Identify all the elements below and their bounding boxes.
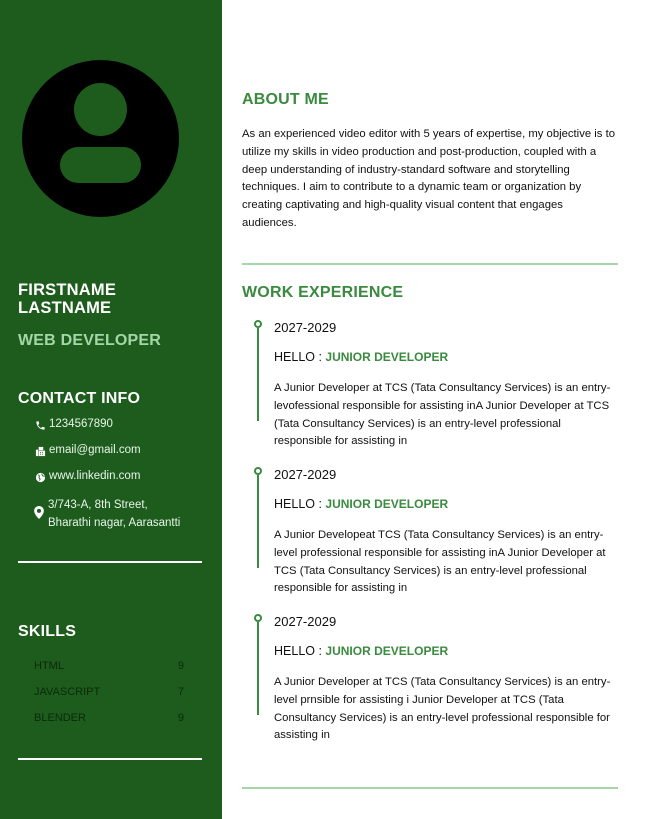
job-title: HELLO : JUNIOR DEVELOPER [274, 497, 448, 511]
full-name: FIRSTNAME LASTNAME [18, 281, 208, 317]
sidebar: FIRSTNAME LASTNAME WEB DEVELOPER CONTACT… [0, 0, 222, 819]
about-text: As an experienced video editor with 5 ye… [242, 128, 615, 229]
job-description: A Junior Developer at TCS (Tata Consulta… [274, 676, 611, 742]
skill-row: BLENDER 9 [34, 712, 184, 724]
address-text: 3/743-A, 8th Street, Bharathi nagar, Aar… [48, 496, 180, 532]
phone-text: 1234567890 [49, 418, 113, 430]
avatar-body [60, 147, 141, 183]
address-line-1: 3/743-A, 8th Street, [48, 499, 148, 511]
skill-name: BLENDER [34, 712, 86, 724]
job-title-prefix: HELLO : [274, 350, 326, 364]
experience-heading: WORK EXPERIENCE [242, 284, 404, 301]
timeline-line [257, 622, 259, 715]
timeline-line [257, 475, 259, 568]
skill-name: JAVASCRIPT [34, 686, 101, 698]
timeline-dot [254, 614, 262, 622]
about-heading: ABOUT ME [242, 91, 329, 108]
job-title: HELLO : JUNIOR DEVELOPER [274, 644, 448, 658]
last-name: LASTNAME [18, 299, 112, 317]
section-divider [242, 263, 618, 265]
timeline-dot [254, 467, 262, 475]
job-title-role: JUNIOR DEVELOPER [325, 644, 449, 658]
job-title-prefix: HELLO : [274, 644, 326, 658]
contact-address: 3/743-A, 8th Street, Bharathi nagar, Aar… [33, 499, 180, 532]
section-divider [242, 787, 618, 789]
job-title-role: JUNIOR DEVELOPER [325, 350, 449, 364]
job-title-role: JUNIOR DEVELOPER [325, 497, 449, 511]
job-role: WEB DEVELOPER [18, 332, 162, 349]
sidebar-divider [18, 561, 202, 563]
contact-phone: 1234567890 [34, 418, 113, 431]
address-line-2: Bharathi nagar, Aarasantti [48, 517, 181, 529]
skill-row: HTML 9 [34, 660, 184, 672]
job-description: A Junior Developeat TCS (Tata Consultanc… [274, 529, 606, 595]
skills-heading: SKILLS [18, 623, 77, 640]
skill-row: JAVASCRIPT 7 [34, 686, 184, 698]
contact-email[interactable]: email@gmail.com [34, 444, 141, 457]
job-entry: 2027-2029 HELLO : JUNIOR DEVELOPER A Jun… [254, 614, 620, 744]
fax-icon [34, 445, 46, 457]
sidebar-divider [18, 758, 202, 760]
avatar-icon [22, 60, 179, 217]
skill-level: 9 [177, 660, 184, 672]
contact-heading: CONTACT INFO [18, 390, 141, 407]
job-description: A Junior Developer at TCS (Tata Consulta… [274, 382, 611, 448]
globe-icon [34, 471, 46, 483]
website-text[interactable]: www.linkedin.com [49, 470, 140, 482]
email-text[interactable]: email@gmail.com [49, 444, 141, 456]
skill-name: HTML [34, 660, 64, 672]
job-years: 2027-2029 [274, 614, 337, 629]
timeline-line [257, 328, 259, 421]
timeline-dot [254, 320, 262, 328]
contact-website[interactable]: www.linkedin.com [34, 470, 140, 483]
job-years: 2027-2029 [274, 320, 337, 335]
job-title: HELLO : JUNIOR DEVELOPER [274, 350, 448, 364]
map-pin-icon [33, 505, 45, 519]
job-years: 2027-2029 [274, 467, 337, 482]
job-entry: 2027-2029 HELLO : JUNIOR DEVELOPER A Jun… [254, 320, 620, 450]
first-name: FIRSTNAME [18, 281, 117, 299]
job-title-prefix: HELLO : [274, 497, 326, 511]
job-entry: 2027-2029 HELLO : JUNIOR DEVELOPER A Jun… [254, 467, 620, 597]
skill-level: 7 [177, 686, 184, 698]
avatar-head [74, 83, 127, 136]
skill-level: 9 [177, 712, 184, 724]
phone-icon [34, 419, 46, 431]
